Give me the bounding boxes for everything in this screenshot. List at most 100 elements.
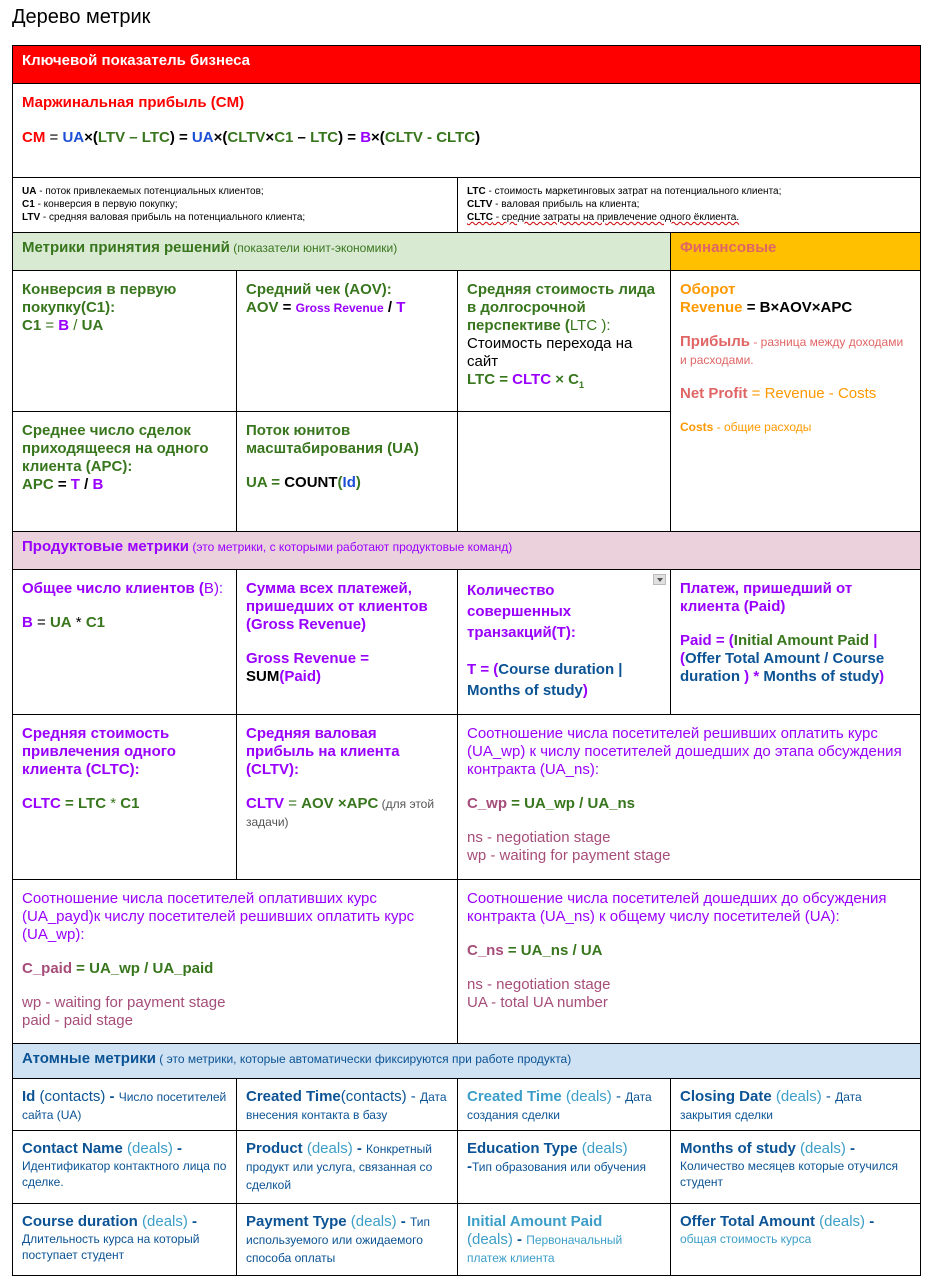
- financial-header: Финансовые: [669, 232, 922, 271]
- formula-part: C1: [22, 317, 42, 334]
- formula-part: ): [355, 474, 361, 491]
- cm-formula-part: ) =: [338, 129, 361, 146]
- atomic-desc: Длительность курса на который поступает …: [22, 1232, 200, 1262]
- atomic-source: (deals): [137, 1213, 188, 1230]
- legend-item: CLTV - валовая прибыль на клиента;: [467, 198, 911, 211]
- atomic-source: (contacts): [340, 1088, 407, 1105]
- legend-left: UA - поток привлекаемых потенциальных кл…: [12, 177, 458, 233]
- atomic-dash: -: [352, 1140, 367, 1157]
- product-header: Продуктовые метрики (это метрики, с кото…: [11, 531, 922, 570]
- legend-key: C1: [22, 199, 35, 210]
- cwp-formula: C_wp = UA_wp / UA_ns: [467, 795, 911, 813]
- formula-part: =: [278, 299, 296, 316]
- product-row-1: Общее число клиентов (B): B = UA * C1 Су…: [12, 569, 922, 715]
- formula-part: Net Profit: [680, 385, 748, 402]
- revenue-title: Оборот: [680, 281, 736, 298]
- ltc-title-part: ):: [597, 317, 611, 334]
- legend-key: UA: [22, 186, 37, 197]
- profit-block: Прибыль - разница между доходами и расхо…: [680, 333, 911, 369]
- atomic-dash: -: [396, 1213, 410, 1230]
- cltv-cell: Средняя валовая прибыль на клиента (CLTV…: [236, 714, 458, 880]
- atomic-source: (deals): [122, 1140, 173, 1157]
- legend-key: LTV: [22, 212, 41, 223]
- atomic-name: Id: [22, 1088, 36, 1105]
- formula-part: ×: [333, 795, 347, 812]
- atomic-row-3: Course duration (deals) - Длительность к…: [12, 1203, 922, 1276]
- atomic-product-cell: Product (deals) - Конкретный продукт или…: [236, 1130, 458, 1204]
- b-formula: B = UA * C1: [22, 614, 227, 632]
- legend-text: - средние затраты на привлечение одного …: [492, 212, 740, 223]
- transactions-formula: T = (Course duration | Months of study): [467, 659, 661, 701]
- legend-text: - средняя валовая прибыль на потенциальн…: [40, 212, 306, 223]
- atomic-source: (contacts): [35, 1088, 106, 1105]
- formula-part: UA: [580, 942, 603, 959]
- atomic-dash: -: [845, 1140, 856, 1157]
- formula-part: ): [879, 668, 885, 685]
- legend-key: LTC: [467, 186, 486, 197]
- formula-part: - общие расходы: [713, 420, 812, 434]
- cm-formula-part: CM: [22, 129, 46, 146]
- cm-cell: Маржинальная прибыль (CM) CM = UA×(LTV –…: [11, 83, 922, 178]
- legend-key: CLTC: [467, 212, 493, 223]
- formula-part: Months of study: [763, 668, 880, 685]
- atomic-name: Course duration: [22, 1213, 138, 1230]
- gross-revenue-formula-lhs: Gross Revenue =: [246, 650, 369, 667]
- atomic-dash: -: [611, 1088, 626, 1105]
- formula-part: AOV: [246, 299, 279, 316]
- formula-part: *: [106, 795, 121, 812]
- cm-formula-part: UA: [62, 129, 85, 146]
- cm-formula-part: ): [475, 129, 481, 146]
- formula-part: /: [574, 795, 588, 812]
- ltc-formula: LTC = CLTC × C1: [467, 371, 661, 394]
- cm-formula: CM = UA×(LTV – LTC) = UA×(CLTV×C1 – LTC)…: [22, 129, 911, 147]
- atomic-name: Months of study: [680, 1140, 796, 1157]
- decision-row-1: Конверсия в первую покупку(C1): C1 = B /…: [12, 270, 922, 532]
- decision-header-sub: (показатели юнит-экономики): [229, 241, 398, 255]
- cwp-note: wp - waiting for payment stage: [467, 847, 671, 864]
- formula-part: T: [396, 299, 406, 316]
- apc-title: Среднее число сделок приходящееся на одн…: [22, 422, 209, 475]
- formula-part: =: [267, 474, 285, 491]
- atomic-desc: Тип образования или обучения: [472, 1160, 646, 1174]
- atomic-contact-name-cell: Contact Name (deals) - Идентификатор кон…: [12, 1130, 237, 1204]
- paid-formula: Paid = (Initial Amount Paid | (Offer Tot…: [680, 632, 911, 686]
- legend-right: LTC - стоимость маркетинговых затрат на …: [456, 177, 922, 233]
- c1-title: Конверсия в первую покупку(C1):: [22, 281, 177, 316]
- formula-part: B: [92, 476, 104, 493]
- atomic-source: (deals): [346, 1213, 397, 1230]
- cns-note: UA - total UA number: [467, 994, 608, 1011]
- cltc-cell: Средняя стоимость привлечения одного кли…: [12, 714, 237, 880]
- cm-formula-part: ×(: [84, 129, 98, 146]
- legend-row: UA - поток привлекаемых потенциальных кл…: [12, 177, 922, 233]
- ltc-description: Стоимость перехода на сайт: [467, 335, 633, 370]
- gross-revenue-title: Сумма всех платежей, пришедших от клиент…: [246, 580, 428, 633]
- dropdown-icon[interactable]: [653, 574, 666, 585]
- atomic-header-sub: ( это метрики, которые автоматически фик…: [155, 1052, 572, 1066]
- formula-part: UA_ns: [520, 942, 569, 959]
- cm-formula-part: –: [293, 129, 311, 146]
- atomic-name: Contact Name: [22, 1140, 123, 1157]
- formula-part: (Paid): [279, 668, 322, 685]
- cm-formula-part: =: [45, 129, 63, 146]
- formula-part: B: [58, 317, 70, 334]
- cns-formula: C_ns = UA_ns / UA: [467, 942, 911, 960]
- paid-title: Платеж, пришедший от клиента (Paid): [680, 580, 853, 615]
- financial-cell: Оборот Revenue = B×AOV×APC Прибыль - раз…: [669, 270, 922, 532]
- legend-text: - стоимость маркетинговых затрат на поте…: [485, 186, 782, 197]
- aov-formula: AOV = Gross Revenue / T: [246, 299, 448, 317]
- paid-cell: Платеж, пришедший от клиента (Paid) Paid…: [669, 569, 922, 715]
- gross-revenue-cell: Сумма всех платежей, пришедших от клиент…: [236, 569, 458, 715]
- atomic-dash: -: [172, 1140, 183, 1157]
- atomic-dash: -: [187, 1213, 198, 1230]
- formula-part: 1: [579, 380, 585, 390]
- cpaid-formula: C_paid = UA_wp / UA_paid: [22, 960, 448, 978]
- product-row-3: Соотношение числа посетителей оплативших…: [12, 879, 922, 1044]
- atomic-dash: -: [406, 1088, 420, 1105]
- transactions-cell: Количество совершенных транзакций(T): T …: [457, 569, 671, 715]
- gross-revenue-formula-rhs: SUM(Paid): [246, 668, 448, 686]
- atomic-payment-type-cell: Payment Type (deals) - Тип используемого…: [236, 1203, 458, 1276]
- formula-part: Gross Revenue: [295, 301, 384, 315]
- cwp-cell: Соотношение числа посетителей решивших о…: [456, 714, 922, 880]
- legend-text: - поток привлекаемых потенциальных клиен…: [36, 186, 264, 197]
- page-title: Дерево метрик: [12, 6, 151, 28]
